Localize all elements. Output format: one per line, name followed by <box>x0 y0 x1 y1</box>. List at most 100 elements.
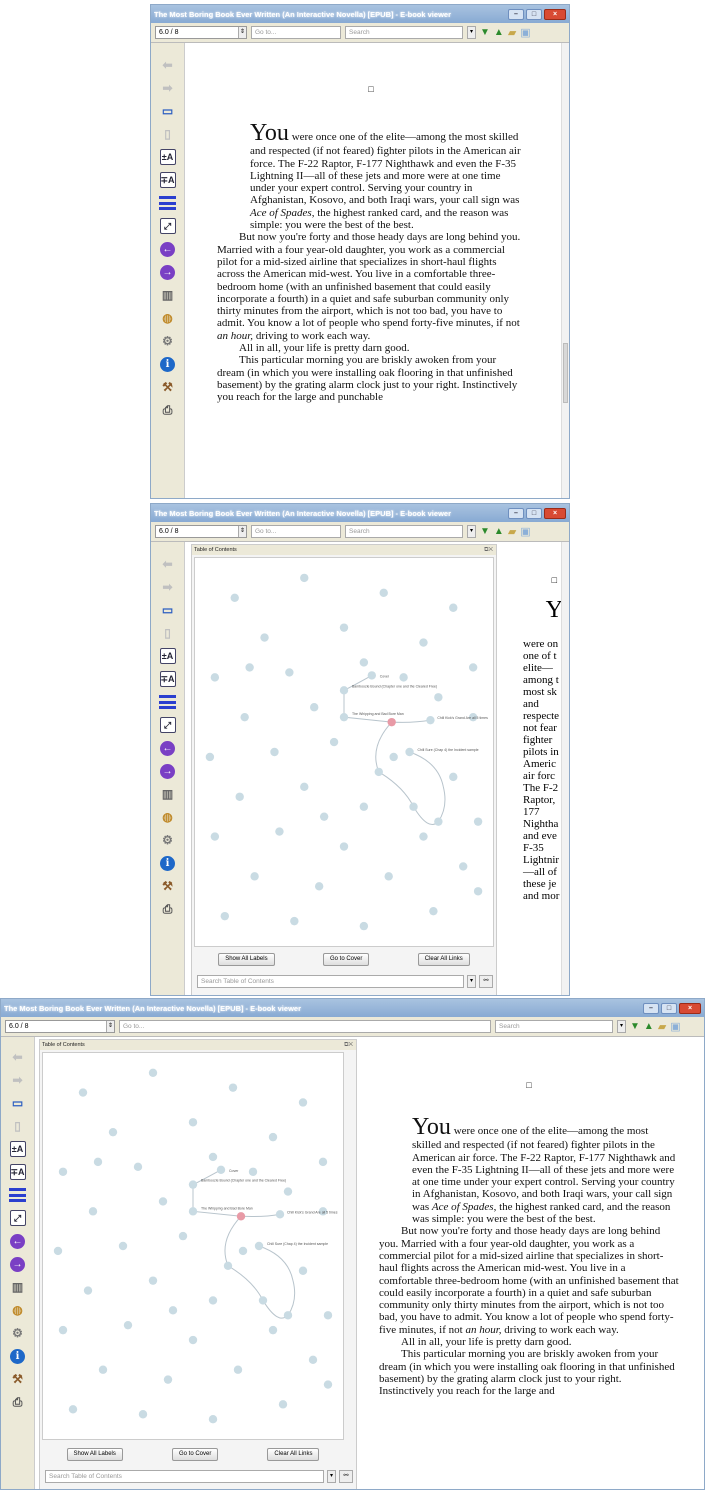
toc-node[interactable] <box>374 767 383 777</box>
toc-node[interactable] <box>318 1157 328 1167</box>
monitor-icon[interactable]: ▭ <box>8 1093 28 1113</box>
find-next-icon[interactable]: ▼ <box>630 1021 640 1032</box>
globe-icon[interactable]: ◍ <box>158 308 178 328</box>
search-input[interactable]: Search <box>345 26 463 39</box>
toc-node[interactable] <box>68 1405 78 1414</box>
toc-node[interactable] <box>58 1325 68 1335</box>
goto-field[interactable]: Go to... <box>251 525 341 538</box>
toc-node[interactable] <box>449 772 458 782</box>
right-arrow-icon[interactable]: ➡ <box>8 1070 28 1090</box>
minimize-button[interactable]: – <box>643 1002 659 1014</box>
note-icon[interactable]: ▰ <box>658 1020 666 1033</box>
maximize-button[interactable]: □ <box>661 1002 677 1014</box>
toc-search-input[interactable]: Search Table of Contents <box>45 1470 324 1483</box>
toc-node[interactable] <box>300 573 309 583</box>
toc-node[interactable] <box>275 827 284 836</box>
font-smaller-button[interactable]: ∓A <box>158 170 178 190</box>
left-arrow-icon[interactable]: ⬅ <box>158 554 178 574</box>
toc-node[interactable] <box>138 1410 148 1419</box>
toc-node[interactable] <box>233 1365 243 1374</box>
toc-node[interactable] <box>268 1132 278 1142</box>
search-dropdown[interactable]: ▾ <box>617 1020 626 1033</box>
printer-icon[interactable]: ⎙ <box>158 899 178 919</box>
toc-node[interactable] <box>283 1311 293 1320</box>
toc-node[interactable] <box>379 588 388 598</box>
books-icon[interactable]: ▥ <box>158 784 178 804</box>
toc-node[interactable] <box>258 1296 268 1305</box>
toc-node[interactable] <box>278 1400 288 1409</box>
vertical-scrollbar[interactable] <box>561 43 569 498</box>
toc-node[interactable] <box>359 658 369 667</box>
close-panel-icon[interactable]: ⧉✕ <box>344 1040 353 1050</box>
left-arrow-icon[interactable]: ⬅ <box>158 55 178 75</box>
toc-node[interactable] <box>188 1335 198 1345</box>
toc-node[interactable] <box>339 712 349 722</box>
close-button[interactable]: × <box>544 507 566 519</box>
toc-node[interactable] <box>78 1088 88 1097</box>
toc-node[interactable] <box>409 802 418 811</box>
toc-node[interactable] <box>426 715 435 725</box>
toc-node[interactable] <box>339 686 349 695</box>
toc-node[interactable] <box>399 673 408 682</box>
copy-icon[interactable]: ▯ <box>158 124 178 144</box>
toc-node[interactable] <box>290 916 299 926</box>
note-icon[interactable]: ▰ <box>508 525 516 538</box>
toc-node[interactable] <box>238 1246 248 1256</box>
find-next-icon[interactable]: ▼ <box>480 27 490 38</box>
previous-button[interactable]: ← <box>158 738 178 758</box>
next-button[interactable]: → <box>158 761 178 781</box>
search-input[interactable]: Search <box>345 525 463 538</box>
toc-node[interactable] <box>245 663 254 672</box>
toc-node[interactable] <box>329 737 339 747</box>
vertical-scrollbar[interactable] <box>561 542 569 995</box>
show-all-labels-button[interactable]: Show All Labels <box>66 1448 123 1461</box>
right-arrow-icon[interactable]: ➡ <box>158 78 178 98</box>
title-bar[interactable]: The Most Boring Book Ever Written (An In… <box>151 5 569 23</box>
books-icon[interactable]: ▥ <box>8 1277 28 1297</box>
toc-node[interactable] <box>208 1152 218 1162</box>
toc-node[interactable] <box>384 872 393 881</box>
toc-node[interactable] <box>123 1320 133 1330</box>
maximize-button[interactable]: □ <box>526 8 542 20</box>
close-panel-icon[interactable]: ⧉✕ <box>484 545 493 555</box>
toc-search-dropdown[interactable]: ▾ <box>327 1470 336 1483</box>
gear-icon[interactable]: ⚙ <box>158 830 178 850</box>
toc-node[interactable] <box>319 812 329 821</box>
wand-icon[interactable]: ⚒ <box>8 1369 28 1389</box>
close-button[interactable]: × <box>544 8 566 20</box>
toc-node[interactable] <box>339 623 349 632</box>
next-button[interactable]: → <box>8 1254 28 1274</box>
toc-node[interactable] <box>270 747 279 757</box>
toc-node[interactable] <box>148 1068 158 1077</box>
books-icon[interactable]: ▥ <box>158 285 178 305</box>
clear-all-links-button[interactable]: Clear All Links <box>267 1448 320 1461</box>
show-all-labels-button[interactable]: Show All Labels <box>218 953 275 966</box>
toc-node[interactable] <box>248 1167 258 1176</box>
right-arrow-icon[interactable]: ➡ <box>158 577 178 597</box>
previous-button[interactable]: ← <box>8 1231 28 1251</box>
search-dropdown[interactable]: ▾ <box>467 525 476 538</box>
next-button[interactable]: → <box>158 262 178 282</box>
toc-node[interactable] <box>387 717 396 727</box>
toc-node[interactable] <box>473 817 483 826</box>
toc-node[interactable] <box>434 817 443 826</box>
toc-node[interactable] <box>473 887 483 896</box>
toc-graph[interactable]: Cover Bamboozle Bound (Chapter one and th… <box>194 557 494 947</box>
about-button[interactable]: i <box>158 354 178 374</box>
toc-node[interactable] <box>228 1083 238 1092</box>
toc-node[interactable] <box>285 668 294 677</box>
toc-node[interactable] <box>93 1157 103 1167</box>
title-bar[interactable]: The Most Boring Book Ever Written (An In… <box>151 504 569 522</box>
toc-node[interactable] <box>298 1098 308 1107</box>
toc-node[interactable] <box>220 911 229 921</box>
toc-node[interactable] <box>235 792 244 801</box>
toc-search-dropdown[interactable]: ▾ <box>467 975 476 988</box>
binoculars-icon[interactable]: ⚯ <box>339 1470 353 1483</box>
position-spinbox[interactable]: 6.0 / 8 ⇕ <box>155 26 247 39</box>
toc-node[interactable] <box>405 747 414 757</box>
fullscreen-button[interactable]: ⤢ <box>158 216 178 236</box>
toc-node[interactable] <box>178 1231 188 1241</box>
minimize-button[interactable]: – <box>508 8 524 20</box>
toc-node[interactable] <box>323 1311 333 1320</box>
monitor-icon[interactable]: ▭ <box>158 600 178 620</box>
